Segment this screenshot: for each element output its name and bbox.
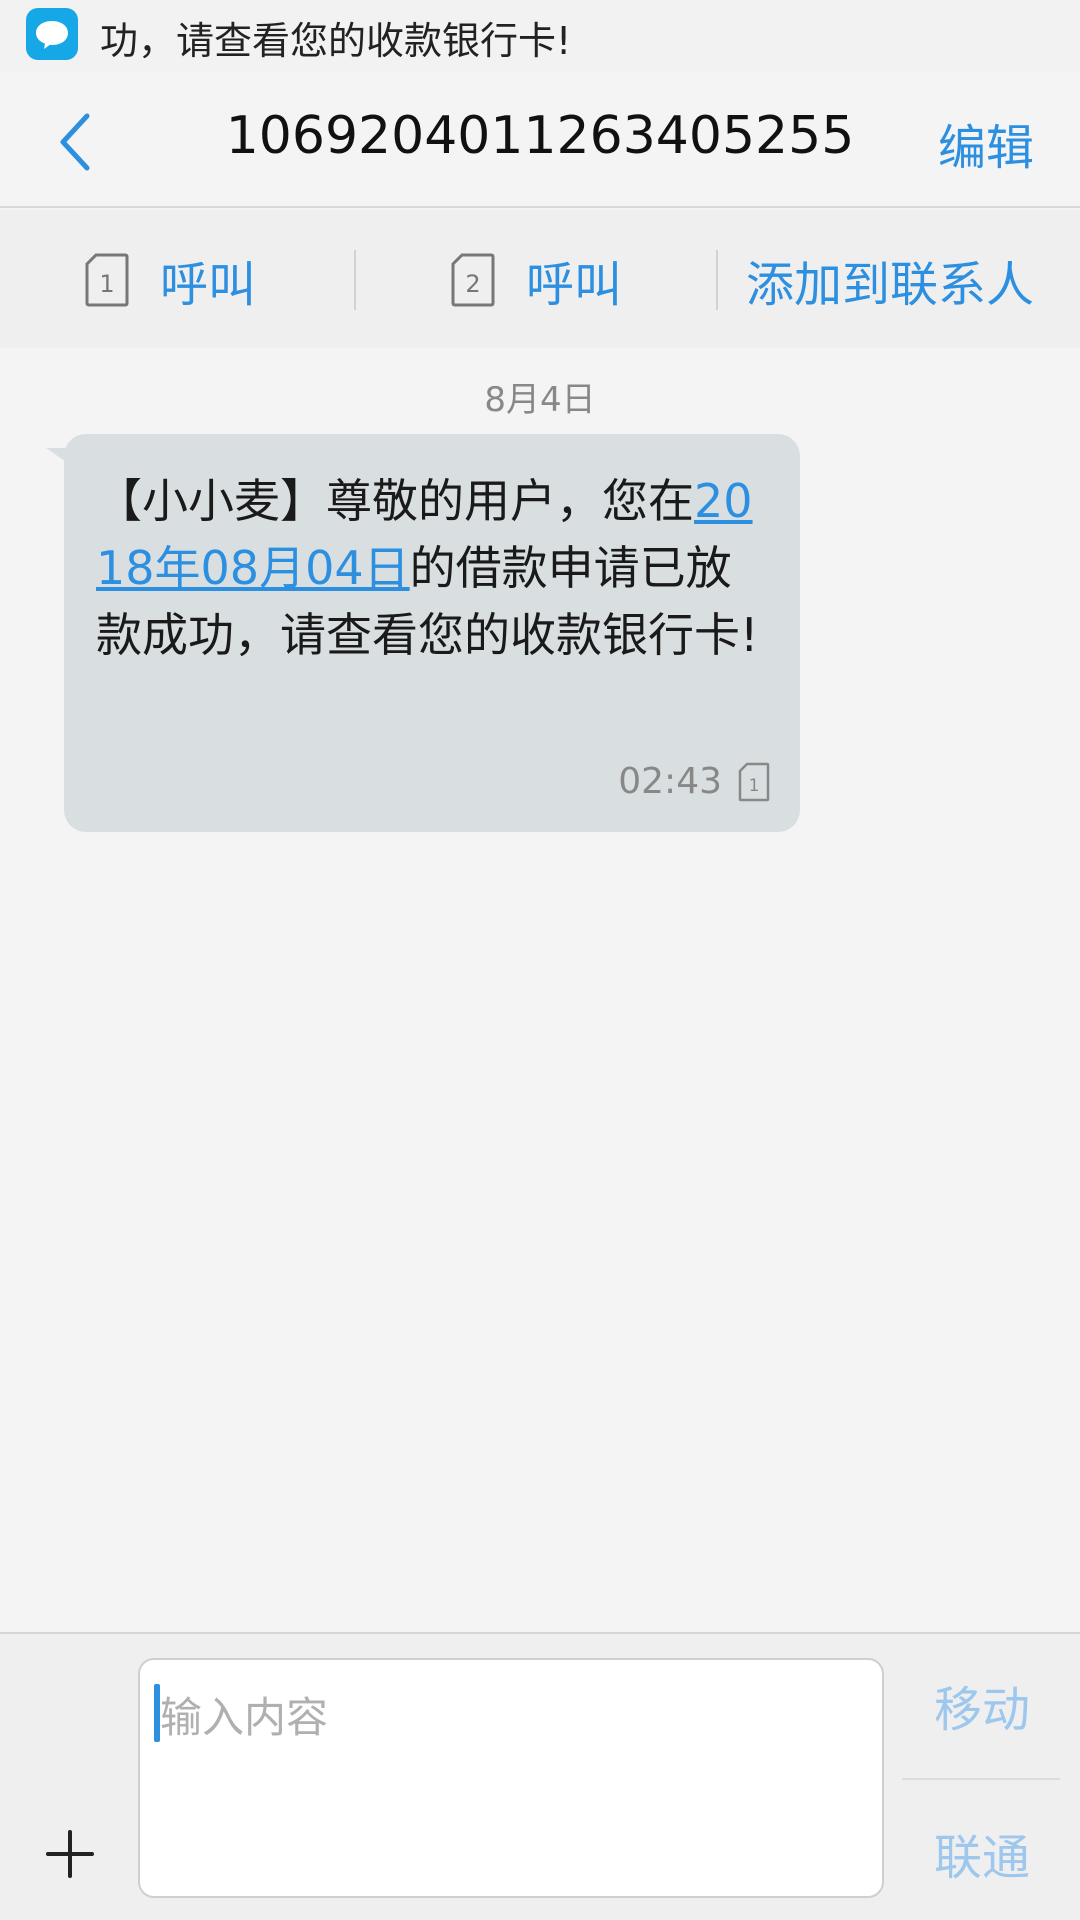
message-text: 【小小麦】尊敬的用户，您在2018年08月04日的借款申请已放款成功，请查看您的… xyxy=(96,468,770,669)
svg-text:1: 1 xyxy=(749,776,760,796)
send-via-carrier2-button[interactable]: 联通 xyxy=(934,1818,1030,1888)
sim-card-1-icon: 1 xyxy=(738,762,770,801)
attach-button[interactable] xyxy=(40,1824,100,1884)
action-divider xyxy=(716,250,718,310)
notification-text: 功，请查看您的收款银行卡! xyxy=(100,19,572,63)
message-input[interactable]: 输入内容 xyxy=(138,1658,884,1898)
plus-icon xyxy=(46,1830,94,1878)
edit-button[interactable]: 编辑 xyxy=(938,108,1034,178)
chevron-left-icon xyxy=(60,113,90,171)
sim-card-1-icon: 1 xyxy=(85,253,129,307)
message-input-placeholder: 输入内容 xyxy=(160,1693,329,1742)
svg-text:2: 2 xyxy=(465,270,480,298)
date-separator: 8月4日 xyxy=(484,380,596,420)
call-sim2-label: 呼叫 xyxy=(526,257,623,313)
call-sim2-button[interactable]: 2 呼叫 xyxy=(450,248,623,313)
svg-text:1: 1 xyxy=(99,270,114,298)
message-text-part: 【小小麦】尊敬的用户，您在 xyxy=(96,474,694,528)
contact-action-bar: 1 呼叫 2 呼叫 添加到联系人 xyxy=(0,210,1080,348)
carrier-divider xyxy=(902,1778,1060,1780)
conversation-header: 1069204011263405255 编辑 xyxy=(0,72,1080,208)
sms-conversation-screen: 功，请查看您的收款银行卡! 1069204011263405255 编辑 1 呼… xyxy=(0,0,1080,1920)
back-button[interactable] xyxy=(40,102,110,182)
message-bubble[interactable]: 【小小麦】尊敬的用户，您在2018年08月04日的借款申请已放款成功，请查看您的… xyxy=(64,434,800,832)
message-meta: 02:43 1 xyxy=(618,761,770,802)
contact-number-title: 1069204011263405255 xyxy=(225,106,855,166)
sim-card-2-icon: 2 xyxy=(451,253,495,307)
composer-bar: 输入内容 移动 联通 xyxy=(0,1632,1080,1920)
call-sim1-label: 呼叫 xyxy=(160,257,257,313)
send-via-carrier1-button[interactable]: 移动 xyxy=(934,1670,1030,1740)
add-to-contacts-button[interactable]: 添加到联系人 xyxy=(746,248,1034,313)
message-time: 02:43 xyxy=(618,761,722,802)
notification-bar[interactable]: 功，请查看您的收款银行卡! xyxy=(0,0,1080,72)
action-divider xyxy=(354,250,356,310)
call-sim1-button[interactable]: 1 呼叫 xyxy=(84,248,257,313)
message-bubble-icon xyxy=(26,8,78,60)
